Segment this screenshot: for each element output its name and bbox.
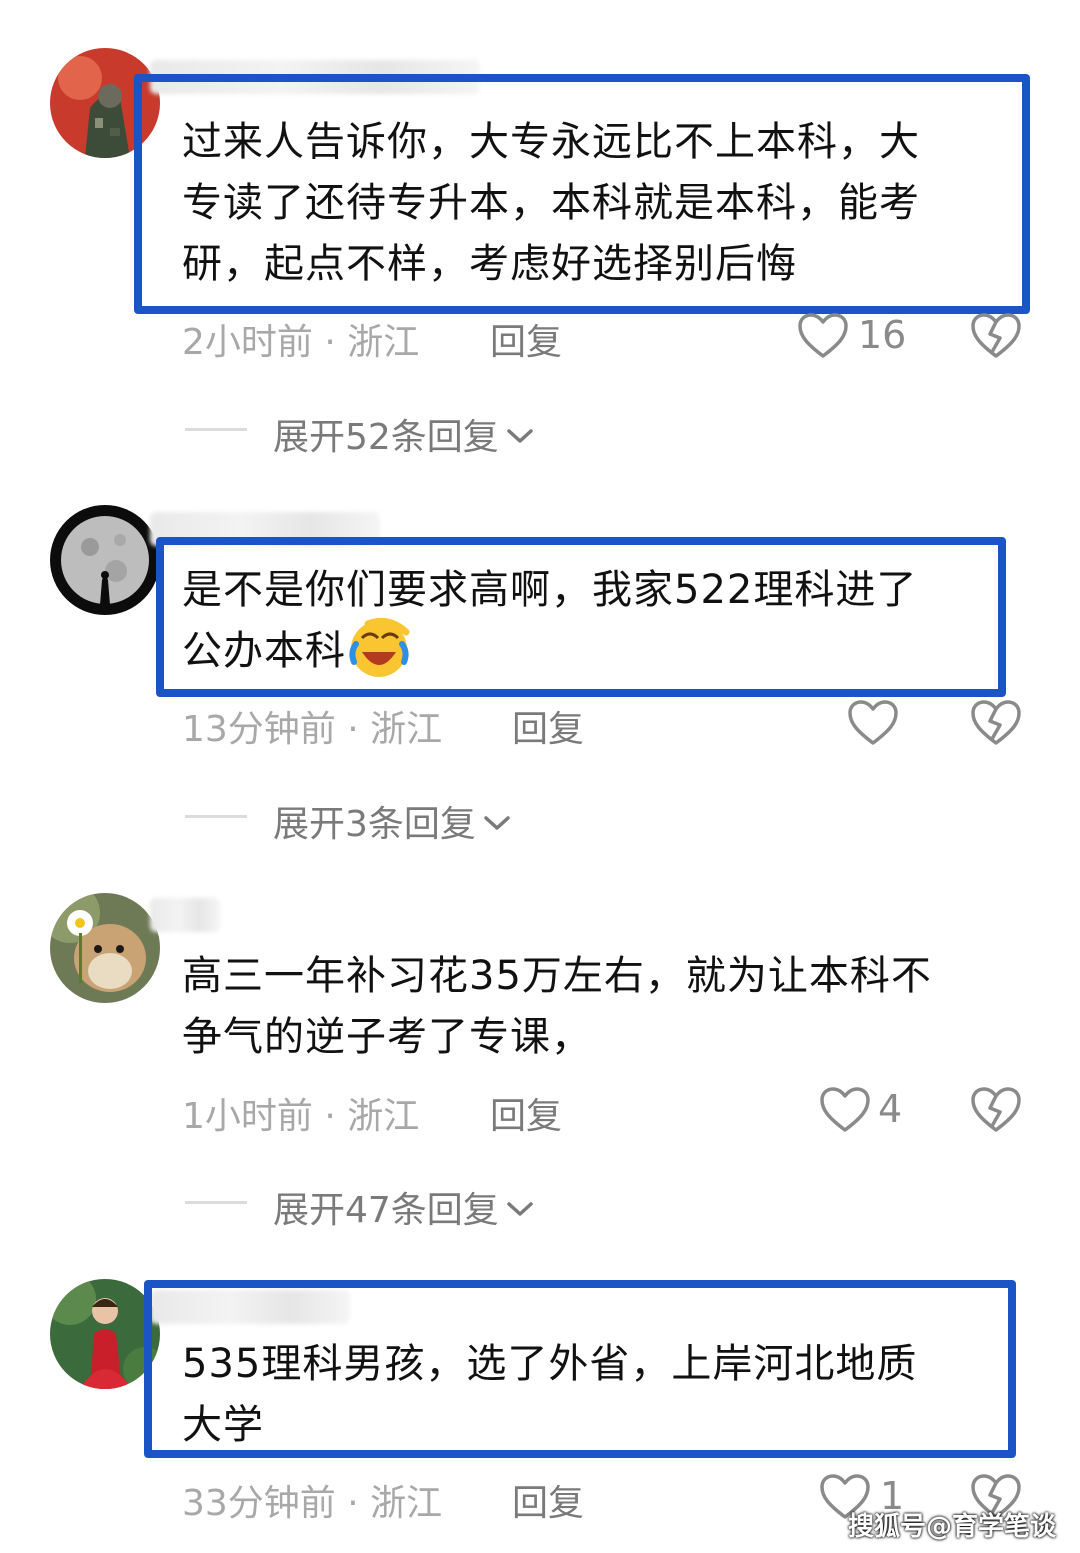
expand-replies-label: 展开52条回复	[273, 417, 499, 458]
username-blurred	[150, 898, 220, 932]
chevron-down-icon	[507, 429, 533, 443]
reply-button[interactable]: 回复	[512, 1474, 584, 1526]
reply-button[interactable]: 回复	[512, 700, 584, 752]
laughing-crying-emoji-icon	[349, 618, 410, 677]
expand-divider	[185, 815, 247, 818]
chevron-down-icon	[507, 1202, 533, 1216]
expand-replies-label: 展开3条回复	[273, 804, 476, 845]
comment-text: 是不是你们要求高啊，我家522理科进了 公办本科	[182, 560, 1012, 682]
like-count: 4	[878, 1087, 903, 1131]
expand-divider	[185, 1201, 247, 1204]
heart-outline-icon[interactable]	[847, 699, 899, 747]
comment-meta: 33分钟前 · 浙江	[182, 1483, 443, 1524]
avatar[interactable]	[50, 505, 160, 615]
comment-text: 535理科男孩，选了外省，上岸河北地质 大学	[182, 1341, 918, 1448]
avatar[interactable]	[50, 893, 160, 1003]
watermark: 搜狐号@育学笔谈	[847, 1512, 1056, 1542]
reply-button[interactable]: 回复	[490, 1087, 562, 1139]
comment-meta: 1小时前 · 浙江	[182, 1096, 420, 1137]
expand-replies-label: 展开47条回复	[273, 1190, 499, 1231]
comment-meta: 13分钟前 · 浙江	[182, 709, 443, 750]
comment-meta: 2小时前 · 浙江	[182, 322, 420, 363]
heart-outline-icon[interactable]	[797, 312, 849, 360]
expand-divider	[185, 428, 247, 431]
comment-text: 高三一年补习花35万左右，就为让本科不 争气的逆子考了专课，	[182, 953, 932, 1060]
chevron-down-icon	[484, 816, 510, 830]
heart-outline-icon[interactable]	[819, 1086, 871, 1134]
broken-heart-icon[interactable]	[970, 1086, 1022, 1134]
reply-button[interactable]: 回复	[490, 313, 562, 365]
broken-heart-icon[interactable]	[970, 312, 1022, 360]
comment-text-content: 是不是你们要求高啊，我家522理科进了 公办本科	[182, 567, 918, 674]
like-count: 16	[858, 313, 907, 357]
comment-text: 过来人告诉你，大专永远比不上本科，大 专读了还待专升本，本科就是本科，能考 研，…	[182, 119, 920, 287]
broken-heart-icon[interactable]	[970, 699, 1022, 747]
